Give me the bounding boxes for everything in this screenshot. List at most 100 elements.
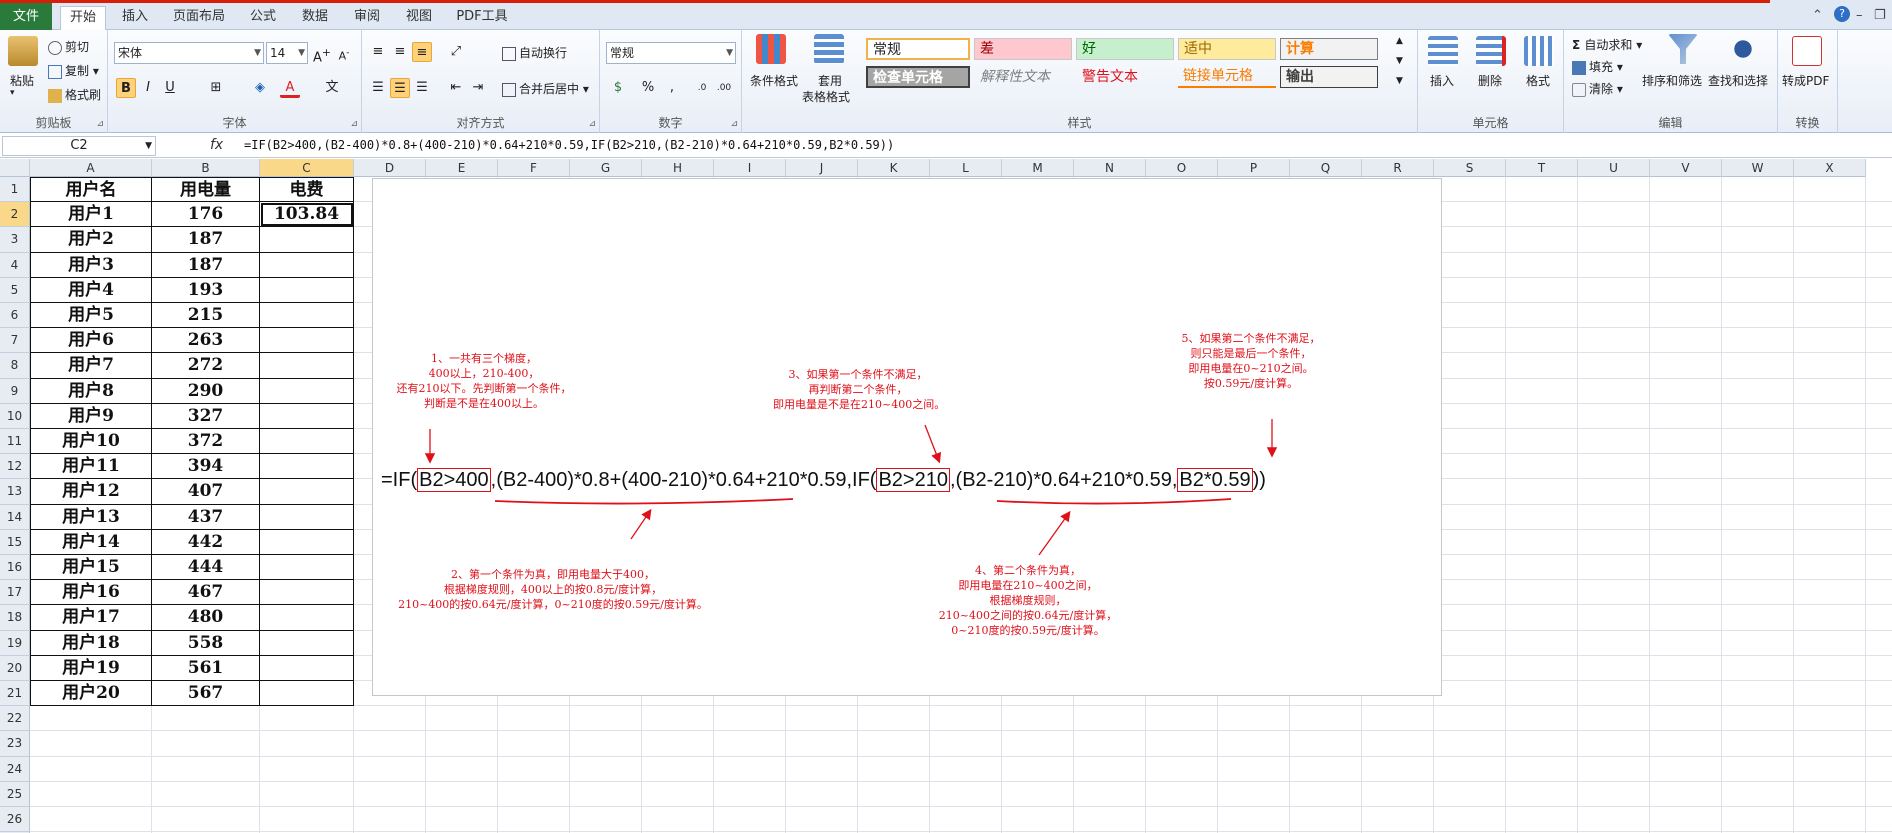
user-name-cell[interactable]: 用户3 [30, 252, 152, 278]
insert-function-icon[interactable]: fx [210, 137, 223, 153]
usage-cell[interactable]: 263 [152, 328, 260, 354]
usage-cell[interactable]: 187 [152, 252, 260, 278]
wrap-text-button[interactable]: 自动换行 [502, 44, 567, 61]
italic-icon[interactable]: I [138, 78, 158, 98]
usage-cell[interactable]: 215 [152, 303, 260, 329]
row-header-12[interactable]: 12 [0, 454, 30, 480]
usage-cell[interactable]: 567 [152, 681, 260, 707]
table-header-cell[interactable]: 用户名 [30, 177, 152, 203]
align-center-icon[interactable]: ☰ [390, 78, 410, 98]
delete-cells-button[interactable]: 删除 [1478, 72, 1502, 89]
align-left-icon[interactable]: ☰ [368, 78, 388, 98]
usage-cell[interactable]: 437 [152, 504, 260, 530]
user-name-cell[interactable]: 用户9 [30, 403, 152, 429]
decrease-decimal-icon[interactable]: .00 [714, 78, 734, 98]
style-linked-cell[interactable]: 链接单元格 [1178, 66, 1276, 88]
user-name-cell[interactable]: 用户6 [30, 328, 152, 354]
user-name-cell[interactable]: 用户2 [30, 227, 152, 253]
tab-review[interactable]: 审阅 [350, 6, 384, 30]
column-header-F[interactable]: F [498, 159, 570, 177]
fee-cell[interactable] [260, 227, 354, 253]
row-header-23[interactable]: 23 [0, 731, 30, 757]
style-warning[interactable]: 警告文本 [1076, 66, 1174, 88]
user-name-cell[interactable]: 用户20 [30, 681, 152, 707]
user-name-cell[interactable]: 用户16 [30, 580, 152, 606]
table-header-cell[interactable]: 用电量 [152, 177, 260, 203]
column-header-B[interactable]: B [152, 159, 260, 177]
row-header-1[interactable]: 1 [0, 177, 30, 203]
currency-icon[interactable]: $ [608, 78, 628, 98]
user-name-cell[interactable]: 用户1 [30, 202, 152, 228]
fee-cell[interactable] [260, 454, 354, 480]
row-header-18[interactable]: 18 [0, 605, 30, 631]
styles-scroll-up-icon[interactable]: ▲ [1396, 36, 1403, 46]
fee-cell[interactable] [260, 580, 354, 606]
usage-cell[interactable]: 394 [152, 454, 260, 480]
format-painter-button[interactable]: 格式刷 [48, 86, 101, 103]
align-bottom-icon[interactable]: ≡ [412, 42, 432, 62]
user-name-cell[interactable]: 用户15 [30, 555, 152, 581]
tab-file[interactable]: 文件 [0, 3, 52, 30]
style-normal[interactable]: 常规 [866, 38, 970, 60]
column-header-X[interactable]: X [1794, 159, 1866, 177]
fee-cell[interactable] [260, 555, 354, 581]
paste-dropdown-icon[interactable]: ▾ [10, 88, 15, 98]
font-name-combo[interactable]: 宋体 ▼ [114, 42, 264, 64]
column-header-C[interactable]: C [260, 159, 354, 177]
row-header-4[interactable]: 4 [0, 252, 30, 278]
column-header-U[interactable]: U [1578, 159, 1650, 177]
fee-cell[interactable] [260, 328, 354, 354]
column-header-S[interactable]: S [1434, 159, 1506, 177]
font-launcher-icon[interactable]: ⊿ [350, 119, 358, 129]
row-header-14[interactable]: 14 [0, 504, 30, 530]
column-header-E[interactable]: E [426, 159, 498, 177]
tab-insert[interactable]: 插入 [118, 6, 152, 30]
delete-cells-icon[interactable] [1476, 36, 1506, 66]
row-header-17[interactable]: 17 [0, 580, 30, 606]
style-good[interactable]: 好 [1076, 38, 1174, 60]
tab-pdf-tools[interactable]: PDF工具 [452, 6, 512, 30]
fee-cell[interactable] [260, 605, 354, 631]
usage-cell[interactable]: 193 [152, 277, 260, 303]
align-right-icon[interactable]: ☰ [412, 78, 432, 98]
cut-button[interactable]: 剪切 [48, 38, 89, 55]
orientation-icon[interactable]: ⤢ [446, 42, 466, 62]
style-explanatory[interactable]: 解释性文本 [974, 66, 1072, 88]
table-header-cell[interactable]: 电费 [260, 177, 354, 203]
user-name-cell[interactable]: 用户12 [30, 479, 152, 505]
usage-cell[interactable]: 480 [152, 605, 260, 631]
paste-button[interactable]: 粘贴 [10, 72, 34, 89]
user-name-cell[interactable]: 用户8 [30, 378, 152, 404]
usage-cell[interactable]: 372 [152, 429, 260, 455]
styles-scroll-down-icon[interactable]: ▼ [1396, 56, 1403, 66]
align-top-icon[interactable]: ≡ [368, 42, 388, 62]
user-name-cell[interactable]: 用户10 [30, 429, 152, 455]
grow-font-icon[interactable]: A+ [312, 43, 332, 65]
underline-icon[interactable]: U [160, 78, 180, 98]
row-header-13[interactable]: 13 [0, 479, 30, 505]
column-header-I[interactable]: I [714, 159, 786, 177]
row-header-21[interactable]: 21 [0, 681, 30, 707]
phonetic-icon[interactable]: 文 [322, 78, 342, 98]
row-header-19[interactable]: 19 [0, 630, 30, 656]
format-cells-icon[interactable] [1524, 36, 1554, 66]
usage-cell[interactable]: 558 [152, 630, 260, 656]
fee-cell[interactable] [260, 353, 354, 379]
usage-cell[interactable]: 467 [152, 580, 260, 606]
row-header-22[interactable]: 22 [0, 706, 30, 732]
formula-input[interactable]: =IF(B2>400,(B2-400)*0.8+(400-210)*0.64+2… [244, 138, 894, 152]
row-header-8[interactable]: 8 [0, 353, 30, 379]
selected-fee-cell[interactable]: 103.84 [260, 202, 354, 228]
usage-cell[interactable]: 187 [152, 227, 260, 253]
find-select-button[interactable]: 查找和选择 [1708, 72, 1768, 89]
fee-cell[interactable] [260, 630, 354, 656]
row-header-10[interactable]: 10 [0, 403, 30, 429]
column-header-W[interactable]: W [1722, 159, 1794, 177]
column-header-N[interactable]: N [1074, 159, 1146, 177]
row-header-11[interactable]: 11 [0, 429, 30, 455]
row-header-24[interactable]: 24 [0, 756, 30, 782]
decrease-indent-icon[interactable]: ⇤ [446, 78, 466, 98]
usage-cell[interactable]: 442 [152, 529, 260, 555]
style-check-cell[interactable]: 检查单元格 [866, 66, 970, 88]
paste-icon[interactable] [8, 36, 38, 66]
